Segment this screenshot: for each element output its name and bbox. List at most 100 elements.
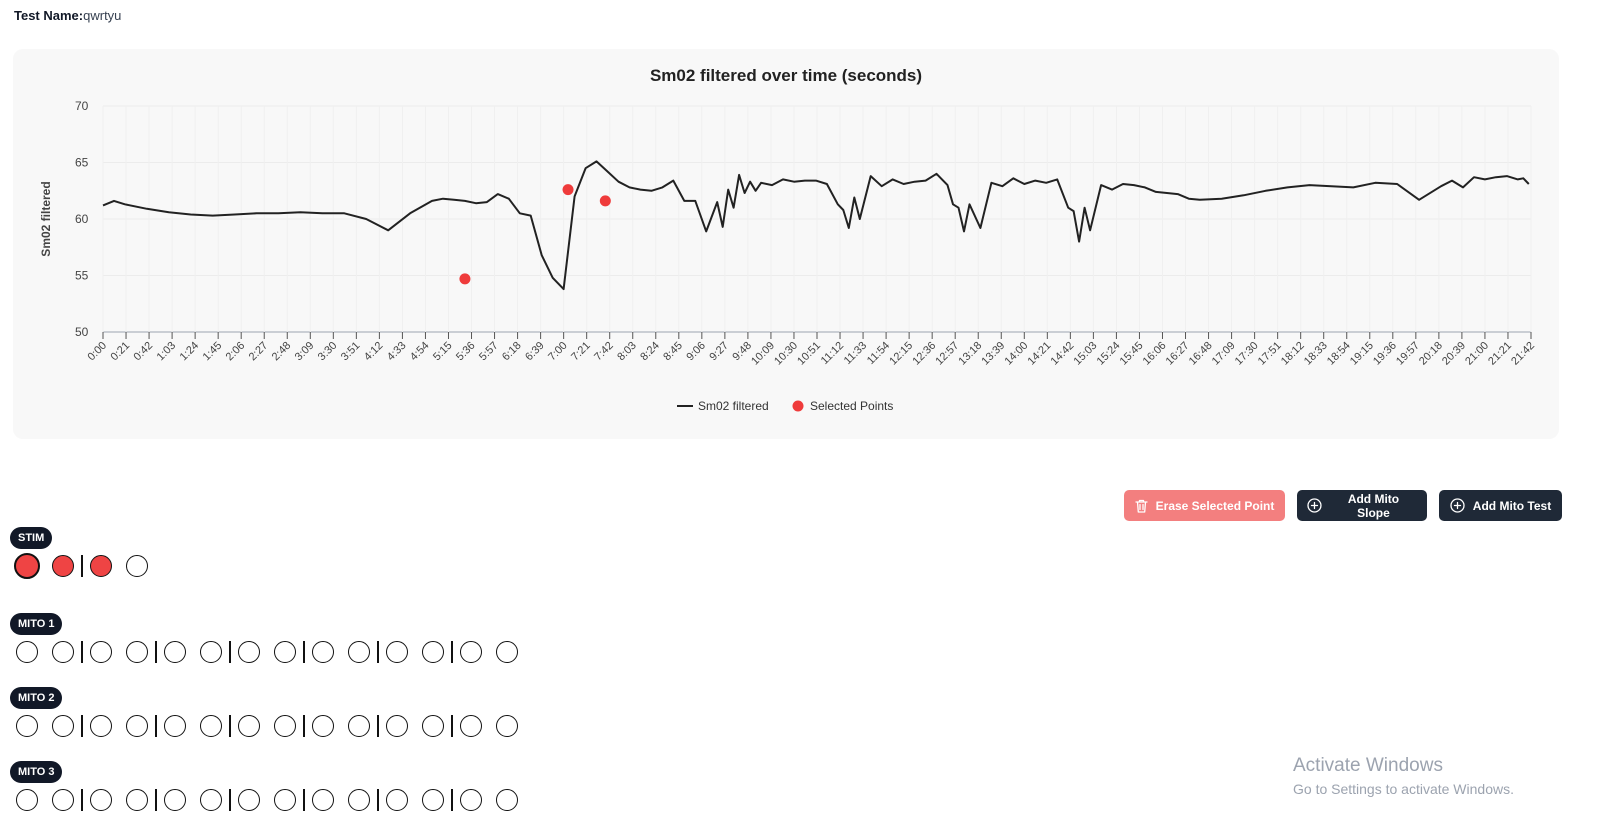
plus-circle-icon xyxy=(1307,498,1322,513)
point-slot-empty[interactable] xyxy=(199,715,222,737)
point-slot-empty[interactable] xyxy=(312,789,334,811)
point-slot-empty[interactable] xyxy=(238,789,260,811)
group-separator xyxy=(155,715,157,737)
point-slot-empty[interactable] xyxy=(495,641,518,663)
point-slot-empty[interactable] xyxy=(164,641,186,663)
x-tick-label: 2:27 xyxy=(247,340,271,364)
point-slot-empty[interactable] xyxy=(164,715,186,737)
point-slot-empty[interactable] xyxy=(16,789,38,811)
point-slot-empty[interactable] xyxy=(347,715,370,737)
circle-row-mito-1 xyxy=(0,638,518,668)
y-tick-label: 55 xyxy=(75,269,89,283)
point-slot-empty[interactable] xyxy=(386,789,408,811)
x-tick-label: 21:21 xyxy=(1486,340,1514,368)
point-slot-empty[interactable] xyxy=(90,641,112,663)
point-slot-empty[interactable] xyxy=(125,789,148,811)
x-tick-label: 9:06 xyxy=(684,340,708,364)
group-separator xyxy=(451,789,453,811)
add-mito-test-button[interactable]: Add Mito Test xyxy=(1439,490,1562,521)
point-slot-filled[interactable] xyxy=(51,555,74,577)
point-slot-empty[interactable] xyxy=(421,715,444,737)
point-slot-empty[interactable] xyxy=(51,789,74,811)
group-separator xyxy=(81,715,83,737)
point-slot-empty[interactable] xyxy=(273,715,296,737)
point-slot-empty[interactable] xyxy=(421,641,444,663)
point-slot-empty[interactable] xyxy=(273,641,296,663)
point-slot-empty[interactable] xyxy=(199,641,222,663)
point-slot-empty[interactable] xyxy=(495,715,518,737)
point-slot-empty[interactable] xyxy=(421,789,444,811)
x-tick-label: 14:42 xyxy=(1049,340,1077,368)
x-tick-label: 19:15 xyxy=(1348,340,1376,368)
y-tick-label: 70 xyxy=(75,99,89,113)
x-tick-label: 11:54 xyxy=(865,340,892,367)
point-slot-empty[interactable] xyxy=(164,789,186,811)
group-separator xyxy=(155,789,157,811)
x-tick-label: 9:27 xyxy=(707,340,731,364)
y-axis-label: Sm02 filtered xyxy=(39,181,53,256)
group-tag-mito-1: MITO 1 xyxy=(10,613,63,635)
x-tick-label: 7:42 xyxy=(592,340,616,364)
point-slot-empty[interactable] xyxy=(312,641,334,663)
selected-point xyxy=(459,273,471,285)
point-slot-filled[interactable] xyxy=(90,555,112,577)
point-slot-empty[interactable] xyxy=(460,789,482,811)
legend-point-swatch xyxy=(792,400,804,412)
x-tick-label: 1:45 xyxy=(201,340,225,364)
x-tick-label: 17:09 xyxy=(1210,340,1238,368)
x-tick-label: 6:39 xyxy=(523,340,547,364)
point-slot-empty[interactable] xyxy=(495,789,518,811)
group-separator xyxy=(229,789,231,811)
point-slot-empty[interactable] xyxy=(125,641,148,663)
x-tick-label: 2:06 xyxy=(224,340,248,364)
x-tick-label: 12:57 xyxy=(933,340,961,368)
x-tick-label: 12:15 xyxy=(887,340,915,368)
x-tick-label: 19:57 xyxy=(1394,340,1422,368)
test-name: Test Name:qwrtyu xyxy=(14,8,121,23)
point-slot-empty[interactable] xyxy=(90,789,112,811)
x-tick-label: 12:36 xyxy=(910,340,938,368)
point-slot-empty[interactable] xyxy=(238,641,260,663)
point-slot-empty[interactable] xyxy=(460,641,482,663)
trash-icon xyxy=(1134,499,1148,513)
x-tick-label: 16:27 xyxy=(1164,340,1192,368)
point-slot-filled[interactable] xyxy=(14,553,40,579)
circle-row-mito-3 xyxy=(0,786,518,816)
point-slot-empty[interactable] xyxy=(386,641,408,663)
point-slot-empty[interactable] xyxy=(460,715,482,737)
x-tick-label: 16:48 xyxy=(1187,340,1215,368)
point-slot-empty[interactable] xyxy=(312,715,334,737)
point-slot-empty[interactable] xyxy=(347,789,370,811)
point-slot-empty[interactable] xyxy=(125,555,148,577)
point-slot-empty[interactable] xyxy=(273,789,296,811)
watermark-title: Activate Windows xyxy=(1293,755,1443,776)
line-chart[interactable]: Sm02 filtered over time (seconds) Sm02 fi… xyxy=(13,49,1559,439)
group-tag-stim: STIM xyxy=(10,527,53,549)
x-tick-label: 5:36 xyxy=(454,340,478,364)
point-slot-empty[interactable] xyxy=(386,715,408,737)
point-slot-empty[interactable] xyxy=(90,715,112,737)
x-tick-label: 11:12 xyxy=(819,340,846,367)
point-slot-empty[interactable] xyxy=(125,715,148,737)
point-slot-empty[interactable] xyxy=(199,789,222,811)
point-slot-empty[interactable] xyxy=(51,715,74,737)
x-tick-label: 10:09 xyxy=(749,340,777,368)
x-tick-label: 13:18 xyxy=(956,340,984,368)
x-tick-label: 0:00 xyxy=(85,340,109,364)
point-slot-empty[interactable] xyxy=(16,715,38,737)
erase-label: Erase Selected Point xyxy=(1155,498,1275,513)
x-tick-label: 2:48 xyxy=(270,340,294,364)
erase-selected-point-button[interactable]: Erase Selected Point xyxy=(1124,490,1285,521)
legend-label-sm02: Sm02 filtered xyxy=(698,399,769,413)
x-tick-label: 8:03 xyxy=(615,340,639,364)
x-tick-label: 5:15 xyxy=(431,340,455,364)
point-slot-empty[interactable] xyxy=(238,715,260,737)
activate-windows-watermark: Activate Windows Go to Settings to activ… xyxy=(1293,755,1514,797)
point-slot-empty[interactable] xyxy=(51,641,74,663)
x-tick-label: 20:18 xyxy=(1417,340,1445,368)
point-slot-empty[interactable] xyxy=(347,641,370,663)
point-slot-empty[interactable] xyxy=(16,641,38,663)
group-separator xyxy=(155,641,157,663)
y-tick-label: 50 xyxy=(75,325,89,339)
add-mito-slope-button[interactable]: Add Mito Slope xyxy=(1297,490,1427,521)
